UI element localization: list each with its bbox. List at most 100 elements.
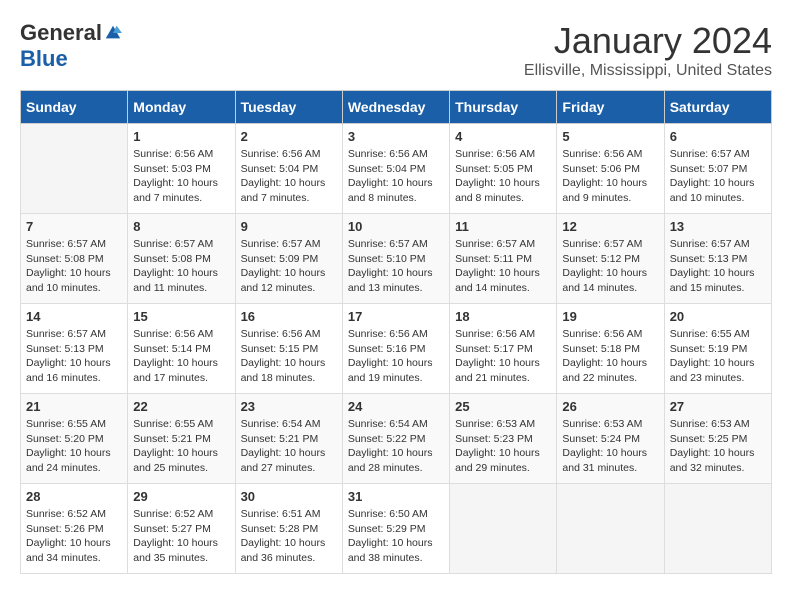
day-header-saturday: Saturday: [664, 91, 771, 124]
day-info: Sunrise: 6:56 AMSunset: 5:06 PMDaylight:…: [562, 147, 658, 206]
day-number: 24: [348, 399, 444, 414]
calendar-cell: 24 Sunrise: 6:54 AMSunset: 5:22 PMDayligh…: [342, 394, 449, 484]
calendar-cell: 12 Sunrise: 6:57 AMSunset: 5:12 PMDayligh…: [557, 214, 664, 304]
calendar-cell: 28 Sunrise: 6:52 AMSunset: 5:26 PMDayligh…: [21, 484, 128, 574]
logo: General Blue: [20, 20, 122, 72]
day-info: Sunrise: 6:56 AMSunset: 5:05 PMDaylight:…: [455, 147, 551, 206]
day-number: 4: [455, 129, 551, 144]
day-number: 2: [241, 129, 337, 144]
day-info: Sunrise: 6:53 AMSunset: 5:23 PMDaylight:…: [455, 417, 551, 476]
day-info: Sunrise: 6:57 AMSunset: 5:11 PMDaylight:…: [455, 237, 551, 296]
calendar-cell: 13 Sunrise: 6:57 AMSunset: 5:13 PMDayligh…: [664, 214, 771, 304]
calendar-cell: 20 Sunrise: 6:55 AMSunset: 5:19 PMDayligh…: [664, 304, 771, 394]
day-number: 23: [241, 399, 337, 414]
calendar-cell: 7 Sunrise: 6:57 AMSunset: 5:08 PMDaylight…: [21, 214, 128, 304]
day-number: 11: [455, 219, 551, 234]
calendar-cell: [664, 484, 771, 574]
day-number: 15: [133, 309, 229, 324]
calendar-cell: 17 Sunrise: 6:56 AMSunset: 5:16 PMDayligh…: [342, 304, 449, 394]
calendar-cell: 22 Sunrise: 6:55 AMSunset: 5:21 PMDayligh…: [128, 394, 235, 484]
day-number: 8: [133, 219, 229, 234]
day-header-monday: Monday: [128, 91, 235, 124]
calendar-cell: 1Sunrise: 6:56 AMSunset: 5:03 PMDaylight…: [128, 124, 235, 214]
day-info: Sunrise: 6:55 AMSunset: 5:20 PMDaylight:…: [26, 417, 122, 476]
calendar-cell: 2 Sunrise: 6:56 AMSunset: 5:04 PMDaylight…: [235, 124, 342, 214]
calendar-header-row: SundayMondayTuesdayWednesdayThursdayFrid…: [21, 91, 772, 124]
day-number: 18: [455, 309, 551, 324]
day-info: Sunrise: 6:56 AMSunset: 5:17 PMDaylight:…: [455, 327, 551, 386]
day-header-thursday: Thursday: [450, 91, 557, 124]
day-number: 31: [348, 489, 444, 504]
day-info: Sunrise: 6:54 AMSunset: 5:22 PMDaylight:…: [348, 417, 444, 476]
calendar-cell: 10Sunrise: 6:57 AMSunset: 5:10 PMDayligh…: [342, 214, 449, 304]
calendar-week-1: 1Sunrise: 6:56 AMSunset: 5:03 PMDaylight…: [21, 124, 772, 214]
calendar-cell: 9Sunrise: 6:57 AMSunset: 5:09 PMDaylight…: [235, 214, 342, 304]
day-info: Sunrise: 6:53 AMSunset: 5:24 PMDaylight:…: [562, 417, 658, 476]
calendar-cell: 29Sunrise: 6:52 AMSunset: 5:27 PMDayligh…: [128, 484, 235, 574]
location-title: Ellisville, Mississippi, United States: [524, 62, 772, 80]
day-info: Sunrise: 6:56 AMSunset: 5:03 PMDaylight:…: [133, 147, 229, 206]
day-number: 27: [670, 399, 766, 414]
calendar-cell: 6 Sunrise: 6:57 AMSunset: 5:07 PMDaylight…: [664, 124, 771, 214]
calendar-week-2: 7 Sunrise: 6:57 AMSunset: 5:08 PMDaylight…: [21, 214, 772, 304]
calendar-cell: [557, 484, 664, 574]
day-info: Sunrise: 6:53 AMSunset: 5:25 PMDaylight:…: [670, 417, 766, 476]
day-number: 22: [133, 399, 229, 414]
day-info: Sunrise: 6:57 AMSunset: 5:12 PMDaylight:…: [562, 237, 658, 296]
day-info: Sunrise: 6:52 AMSunset: 5:26 PMDaylight:…: [26, 507, 122, 566]
calendar-cell: 14 Sunrise: 6:57 AMSunset: 5:13 PMDayligh…: [21, 304, 128, 394]
day-number: 7: [26, 219, 122, 234]
calendar-cell: 31Sunrise: 6:50 AMSunset: 5:29 PMDayligh…: [342, 484, 449, 574]
day-info: Sunrise: 6:55 AMSunset: 5:21 PMDaylight:…: [133, 417, 229, 476]
logo-blue-text: Blue: [20, 46, 68, 72]
day-number: 28: [26, 489, 122, 504]
calendar-cell: 16Sunrise: 6:56 AMSunset: 5:15 PMDayligh…: [235, 304, 342, 394]
calendar-week-3: 14 Sunrise: 6:57 AMSunset: 5:13 PMDayligh…: [21, 304, 772, 394]
calendar-cell: 3Sunrise: 6:56 AMSunset: 5:04 PMDaylight…: [342, 124, 449, 214]
day-number: 14: [26, 309, 122, 324]
day-number: 12: [562, 219, 658, 234]
day-info: Sunrise: 6:56 AMSunset: 5:04 PMDaylight:…: [241, 147, 337, 206]
calendar-cell: 11 Sunrise: 6:57 AMSunset: 5:11 PMDayligh…: [450, 214, 557, 304]
calendar-week-4: 21 Sunrise: 6:55 AMSunset: 5:20 PMDayligh…: [21, 394, 772, 484]
day-info: Sunrise: 6:56 AMSunset: 5:14 PMDaylight:…: [133, 327, 229, 386]
calendar-cell: 30Sunrise: 6:51 AMSunset: 5:28 PMDayligh…: [235, 484, 342, 574]
calendar-cell: 27 Sunrise: 6:53 AMSunset: 5:25 PMDayligh…: [664, 394, 771, 484]
day-info: Sunrise: 6:56 AMSunset: 5:15 PMDaylight:…: [241, 327, 337, 386]
calendar-cell: 8 Sunrise: 6:57 AMSunset: 5:08 PMDaylight…: [128, 214, 235, 304]
day-info: Sunrise: 6:57 AMSunset: 5:08 PMDaylight:…: [133, 237, 229, 296]
day-number: 6: [670, 129, 766, 144]
day-info: Sunrise: 6:57 AMSunset: 5:09 PMDaylight:…: [241, 237, 337, 296]
calendar-cell: [450, 484, 557, 574]
day-number: 26: [562, 399, 658, 414]
day-header-tuesday: Tuesday: [235, 91, 342, 124]
day-info: Sunrise: 6:57 AMSunset: 5:07 PMDaylight:…: [670, 147, 766, 206]
day-number: 21: [26, 399, 122, 414]
day-info: Sunrise: 6:56 AMSunset: 5:16 PMDaylight:…: [348, 327, 444, 386]
calendar-cell: 25 Sunrise: 6:53 AMSunset: 5:23 PMDayligh…: [450, 394, 557, 484]
day-number: 20: [670, 309, 766, 324]
header: General Blue January 2024 Ellisville, Mi…: [20, 20, 772, 80]
title-area: January 2024 Ellisville, Mississippi, Un…: [524, 20, 772, 80]
day-header-friday: Friday: [557, 91, 664, 124]
month-title: January 2024: [524, 20, 772, 62]
calendar-cell: 18 Sunrise: 6:56 AMSunset: 5:17 PMDayligh…: [450, 304, 557, 394]
calendar-cell: 23 Sunrise: 6:54 AMSunset: 5:21 PMDayligh…: [235, 394, 342, 484]
day-info: Sunrise: 6:54 AMSunset: 5:21 PMDaylight:…: [241, 417, 337, 476]
calendar-week-5: 28 Sunrise: 6:52 AMSunset: 5:26 PMDayligh…: [21, 484, 772, 574]
day-info: Sunrise: 6:57 AMSunset: 5:10 PMDaylight:…: [348, 237, 444, 296]
day-info: Sunrise: 6:55 AMSunset: 5:19 PMDaylight:…: [670, 327, 766, 386]
calendar-cell: 5 Sunrise: 6:56 AMSunset: 5:06 PMDaylight…: [557, 124, 664, 214]
day-header-sunday: Sunday: [21, 91, 128, 124]
day-number: 5: [562, 129, 658, 144]
day-info: Sunrise: 6:52 AMSunset: 5:27 PMDaylight:…: [133, 507, 229, 566]
day-info: Sunrise: 6:57 AMSunset: 5:13 PMDaylight:…: [26, 327, 122, 386]
day-number: 13: [670, 219, 766, 234]
day-number: 17: [348, 309, 444, 324]
day-info: Sunrise: 6:56 AMSunset: 5:18 PMDaylight:…: [562, 327, 658, 386]
day-info: Sunrise: 6:57 AMSunset: 5:13 PMDaylight:…: [670, 237, 766, 296]
day-info: Sunrise: 6:57 AMSunset: 5:08 PMDaylight:…: [26, 237, 122, 296]
calendar-cell: 21 Sunrise: 6:55 AMSunset: 5:20 PMDayligh…: [21, 394, 128, 484]
calendar-cell: 15 Sunrise: 6:56 AMSunset: 5:14 PMDayligh…: [128, 304, 235, 394]
day-number: 25: [455, 399, 551, 414]
